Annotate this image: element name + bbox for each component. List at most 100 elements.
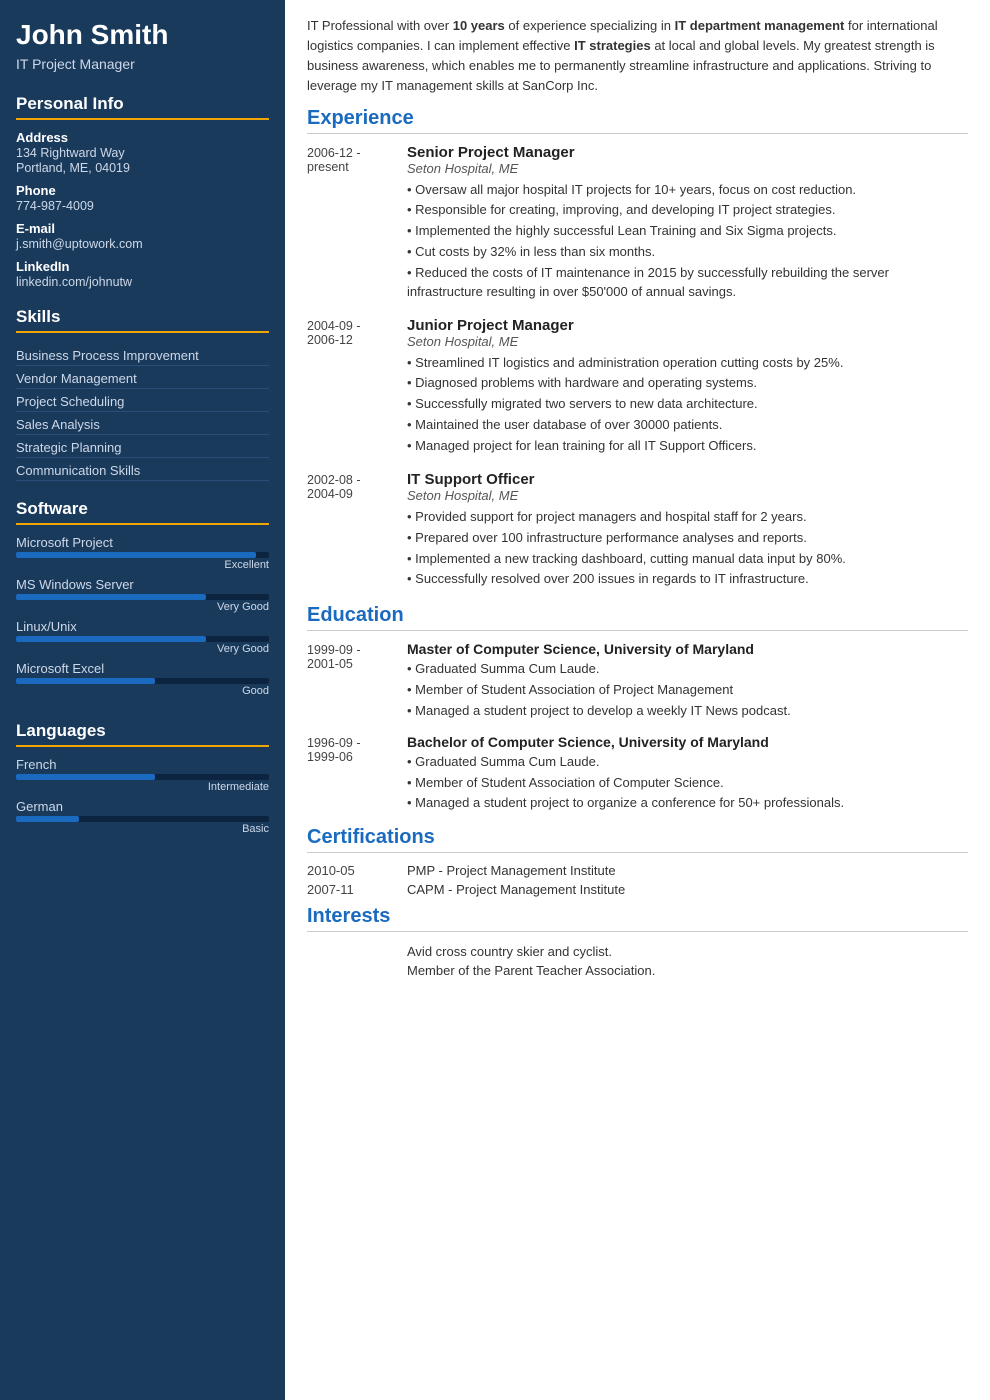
exp-company: Seton Hospital, ME [407,488,968,503]
bullet: Oversaw all major hospital IT projects f… [407,180,968,201]
exp-bullets: Oversaw all major hospital IT projects f… [407,180,968,303]
bullet: Managed a student project to organize a … [407,793,968,814]
edu-bullets: Graduated Summa Cum Laude. Member of Stu… [407,752,968,815]
phone-value: 774-987-4009 [16,199,269,213]
languages-section: Languages French Intermediate German Bas… [0,711,285,849]
bar-excel [16,678,269,684]
bullet: Member of Student Association of Compute… [407,773,968,794]
edu-content: Bachelor of Computer Science, University… [407,734,968,815]
software-linux: Linux/Unix Very Good [16,619,269,655]
language-french: French Intermediate [16,757,269,793]
bullet: Implemented a new tracking dashboard, cu… [407,549,968,570]
edu-bachelors: 1996-09 -1999-06 Bachelor of Computer Sc… [307,734,968,815]
address-line2: Portland, ME, 04019 [16,161,269,175]
exp-company: Seton Hospital, ME [407,334,968,349]
personal-info-section: Personal Info Address 134 Rightward Way … [0,84,285,297]
candidate-title: IT Project Manager [16,56,269,72]
linkedin-value: linkedin.com/johnutw [16,275,269,289]
exp-date: 2004-09 -2006-12 [307,317,407,457]
edu-date: 1996-09 -1999-06 [307,734,407,815]
email-value: j.smith@uptowork.com [16,237,269,251]
summary: IT Professional with over 10 years of ex… [307,16,968,97]
languages-heading: Languages [16,721,269,747]
exp-company: Seton Hospital, ME [407,161,968,176]
interests-heading: Interests [307,905,968,932]
bullet: Successfully resolved over 200 issues in… [407,569,968,590]
interest-item: Avid cross country skier and cyclist. [407,942,968,961]
bullet: Managed project for lean training for al… [407,436,968,457]
interest-item: Member of the Parent Teacher Association… [407,961,968,980]
address-line1: 134 Rightward Way [16,146,269,160]
software-section: Software Microsoft Project Excellent MS … [0,489,285,711]
software-excel: Microsoft Excel Good [16,661,269,697]
edu-content: Master of Computer Science, University o… [407,641,968,722]
bullet: Streamlined IT logistics and administrat… [407,353,968,374]
edu-bullets: Graduated Summa Cum Laude. Member of Stu… [407,659,968,722]
main-content: IT Professional with over 10 years of ex… [285,0,990,1400]
skill-item: Sales Analysis [16,412,269,435]
skill-item: Communication Skills [16,458,269,481]
cert-name: CAPM - Project Management Institute [407,882,625,897]
exp-content: IT Support Officer Seton Hospital, ME Pr… [407,471,968,590]
linkedin-label: LinkedIn [16,259,269,274]
bullet: Successfully migrated two servers to new… [407,394,968,415]
exp-job-title: Senior Project Manager [407,144,968,161]
exp-content: Senior Project Manager Seton Hospital, M… [407,144,968,303]
cert-date: 2010-05 [307,863,407,878]
exp-bullets: Provided support for project managers an… [407,507,968,590]
bullet: Diagnosed problems with hardware and ope… [407,373,968,394]
exp-bullets: Streamlined IT logistics and administrat… [407,353,968,457]
phone-label: Phone [16,183,269,198]
bar-ms-windows [16,594,269,600]
exp-job-title: Junior Project Manager [407,317,968,334]
skill-item: Vendor Management [16,366,269,389]
skill-item: Strategic Planning [16,435,269,458]
exp-date: 2002-08 -2004-09 [307,471,407,590]
address-label: Address [16,130,269,145]
language-german: German Basic [16,799,269,835]
software-microsoft-project: Microsoft Project Excellent [16,535,269,571]
skills-heading: Skills [16,307,269,333]
bullet: Responsible for creating, improving, and… [407,200,968,221]
edu-date: 1999-09 -2001-05 [307,641,407,722]
sidebar: John Smith IT Project Manager Personal I… [0,0,285,1400]
exp-senior-pm: 2006-12 -present Senior Project Manager … [307,144,968,303]
email-label: E-mail [16,221,269,236]
sidebar-header: John Smith IT Project Manager [0,0,285,84]
exp-content: Junior Project Manager Seton Hospital, M… [407,317,968,457]
candidate-name: John Smith [16,18,269,52]
exp-job-title: IT Support Officer [407,471,968,488]
bar-linux [16,636,269,642]
bullet: Graduated Summa Cum Laude. [407,659,968,680]
cert-name: PMP - Project Management Institute [407,863,616,878]
skill-item: Business Process Improvement [16,343,269,366]
edu-degree: Master of Computer Science, University o… [407,641,968,657]
bullet: Provided support for project managers an… [407,507,968,528]
bullet: Member of Student Association of Project… [407,680,968,701]
personal-info-heading: Personal Info [16,94,269,120]
software-heading: Software [16,499,269,525]
skills-section: Skills Business Process Improvement Vend… [0,297,285,489]
bullet: Maintained the user database of over 300… [407,415,968,436]
software-ms-windows: MS Windows Server Very Good [16,577,269,613]
exp-date: 2006-12 -present [307,144,407,303]
bullet: Prepared over 100 infrastructure perform… [407,528,968,549]
bullet: Graduated Summa Cum Laude. [407,752,968,773]
interests-content: Avid cross country skier and cyclist. Me… [307,942,968,980]
bullet: Reduced the costs of IT maintenance in 2… [407,263,968,303]
edu-masters: 1999-09 -2001-05 Master of Computer Scie… [307,641,968,722]
exp-junior-pm: 2004-09 -2006-12 Junior Project Manager … [307,317,968,457]
cert-capm: 2007-11 CAPM - Project Management Instit… [307,882,968,897]
bar-french [16,774,269,780]
bullet: Implemented the highly successful Lean T… [407,221,968,242]
cert-date: 2007-11 [307,882,407,897]
bullet: Managed a student project to develop a w… [407,701,968,722]
cert-pmp: 2010-05 PMP - Project Management Institu… [307,863,968,878]
certifications-heading: Certifications [307,826,968,853]
skill-item: Project Scheduling [16,389,269,412]
bar-microsoft-project [16,552,269,558]
education-heading: Education [307,604,968,631]
bar-german [16,816,269,822]
experience-heading: Experience [307,107,968,134]
bullet: Cut costs by 32% in less than six months… [407,242,968,263]
